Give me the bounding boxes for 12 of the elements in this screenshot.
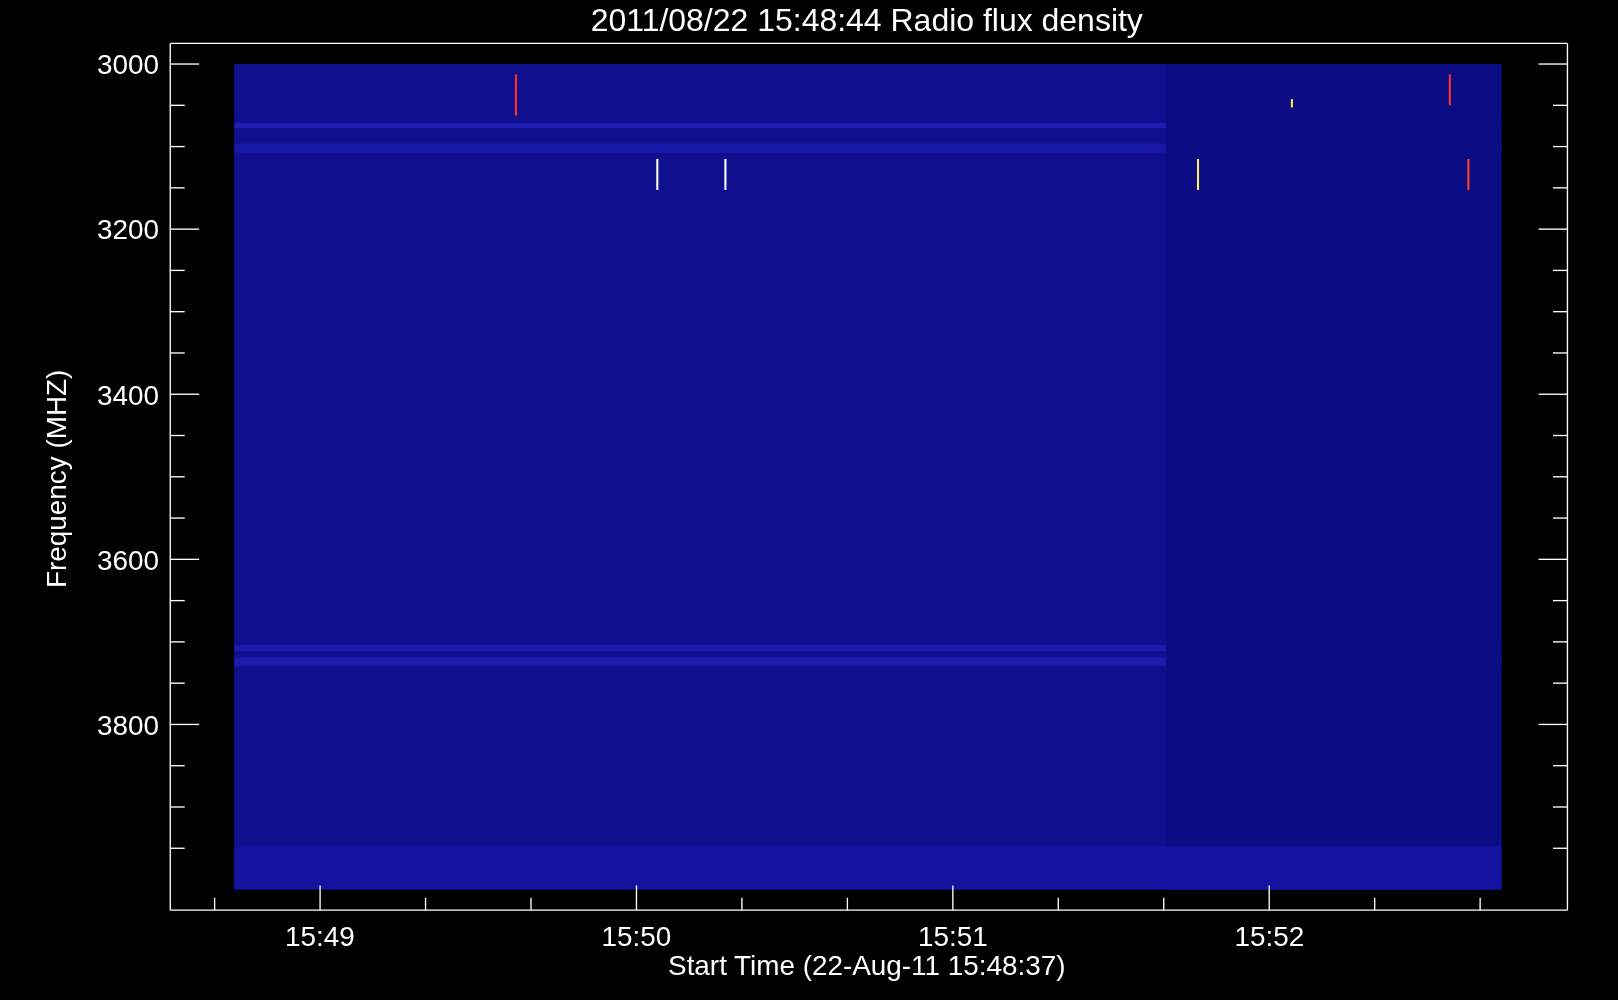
tick-label: 15:51 — [918, 921, 988, 953]
tick-label: 3800 — [96, 709, 159, 741]
tick-label: 15:50 — [601, 921, 672, 953]
tick-label: 3200 — [96, 214, 159, 246]
chart-title: 2011/08/22 15:48:44 Radio flux density — [590, 2, 1143, 38]
axis-title: Start Time (22-Aug-11 15:48:37) — [668, 950, 1066, 982]
axis-title: Frequency (MHZ) — [41, 369, 73, 588]
tick-label: 15:52 — [1234, 921, 1305, 953]
tick-label: 15:49 — [285, 921, 355, 953]
tick-label: 3000 — [96, 49, 159, 81]
tick-label: 3600 — [96, 544, 159, 576]
tick-label: 3400 — [96, 379, 159, 411]
